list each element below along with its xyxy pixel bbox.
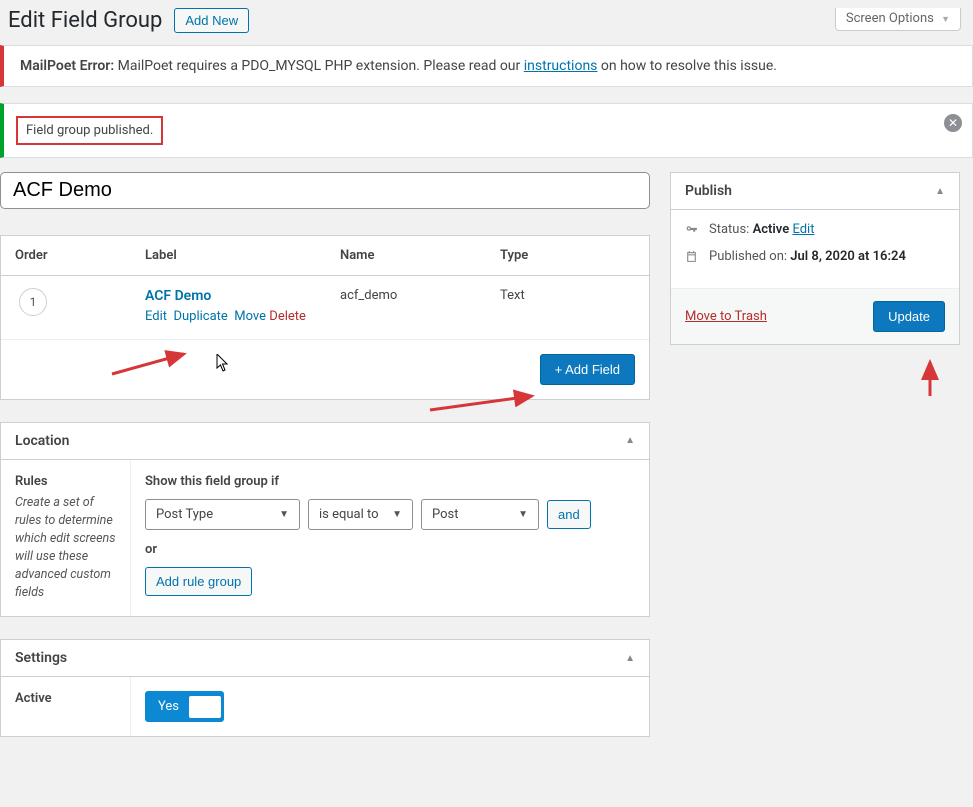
col-name: Name (340, 248, 500, 263)
fields-panel: Order Label Name Type 1 ACF Demo Edit Du… (0, 235, 650, 400)
error-instructions-link[interactable]: instructions (524, 58, 598, 74)
field-move-link[interactable]: Move (234, 309, 266, 324)
key-icon (685, 223, 699, 236)
field-name-text: acf_demo (340, 288, 500, 303)
rule-value-value: Post (432, 507, 459, 522)
published-notice-text: Field group published. (16, 116, 163, 145)
active-toggle-label: Yes (148, 694, 189, 719)
location-prompt: Show this field group if (145, 474, 635, 489)
field-order-badge: 1 (19, 288, 47, 316)
screen-options-tab[interactable]: Screen Options ▼ (835, 8, 961, 31)
status-label: Status: (709, 222, 749, 237)
field-row[interactable]: 1 ACF Demo Edit Duplicate Move Delete ac… (1, 276, 649, 339)
rule-and-button[interactable]: and (547, 500, 591, 529)
add-rule-group-button[interactable]: Add rule group (145, 567, 252, 596)
chevron-down-icon: ▼ (518, 509, 528, 520)
col-label: Label (145, 248, 340, 263)
add-field-button[interactable]: + Add Field (540, 354, 635, 385)
calendar-icon (685, 250, 699, 263)
location-panel: Location ▲ Rules Create a set of rules t… (0, 422, 650, 618)
location-title: Location (15, 433, 69, 449)
settings-title: Settings (15, 650, 67, 666)
update-button[interactable]: Update (873, 301, 945, 332)
rule-operator-value: is equal to (319, 507, 379, 522)
field-edit-link[interactable]: Edit (145, 309, 167, 324)
screen-options-label: Screen Options (846, 11, 934, 26)
rule-param-select[interactable]: Post Type ▼ (145, 499, 300, 530)
chevron-down-icon: ▼ (941, 15, 950, 25)
field-label-link[interactable]: ACF Demo (145, 288, 211, 304)
dismiss-notice-button[interactable]: ✕ (944, 114, 962, 132)
field-delete-link[interactable]: Delete (269, 309, 306, 324)
published-notice: Field group published. ✕ (0, 103, 973, 158)
rule-or-label: or (145, 542, 635, 557)
rules-label: Rules (15, 474, 116, 489)
settings-panel: Settings ▲ Active Yes (0, 639, 650, 737)
field-group-title-input[interactable] (0, 172, 650, 209)
published-value: Jul 8, 2020 at 16:24 (790, 249, 906, 264)
rule-operator-select[interactable]: is equal to ▼ (308, 499, 413, 530)
collapse-icon[interactable]: ▲ (625, 653, 635, 664)
active-label: Active (1, 677, 131, 736)
error-label: MailPoet Error: (20, 58, 114, 74)
chevron-down-icon: ▼ (279, 509, 289, 520)
rule-value-select[interactable]: Post ▼ (421, 499, 539, 530)
status-edit-link[interactable]: Edit (792, 222, 814, 237)
collapse-icon[interactable]: ▲ (935, 186, 945, 197)
publish-panel: Publish ▲ Status: Active Edit (670, 172, 960, 345)
error-notice: MailPoet Error: MailPoet requires a PDO_… (0, 45, 973, 87)
error-text-pre: MailPoet requires a PDO_MYSQL PHP extens… (114, 58, 524, 74)
add-new-button[interactable]: Add New (174, 8, 249, 33)
active-toggle[interactable]: Yes (145, 691, 224, 722)
collapse-icon[interactable]: ▲ (625, 435, 635, 446)
toggle-knob (189, 696, 221, 718)
col-type: Type (500, 248, 635, 263)
col-order: Order (15, 248, 145, 263)
rules-desc: Create a set of rules to determine which… (15, 494, 116, 603)
chevron-down-icon: ▼ (392, 509, 402, 520)
publish-title: Publish (685, 183, 732, 199)
field-type-text: Text (500, 288, 635, 303)
move-to-trash-link[interactable]: Move to Trash (685, 309, 767, 324)
rule-param-value: Post Type (156, 507, 213, 522)
status-value: Active (753, 222, 790, 237)
page-title: Edit Field Group (8, 8, 162, 33)
published-label: Published on: (709, 249, 787, 264)
field-duplicate-link[interactable]: Duplicate (173, 309, 227, 324)
error-text-post: on how to resolve this issue. (597, 58, 777, 74)
